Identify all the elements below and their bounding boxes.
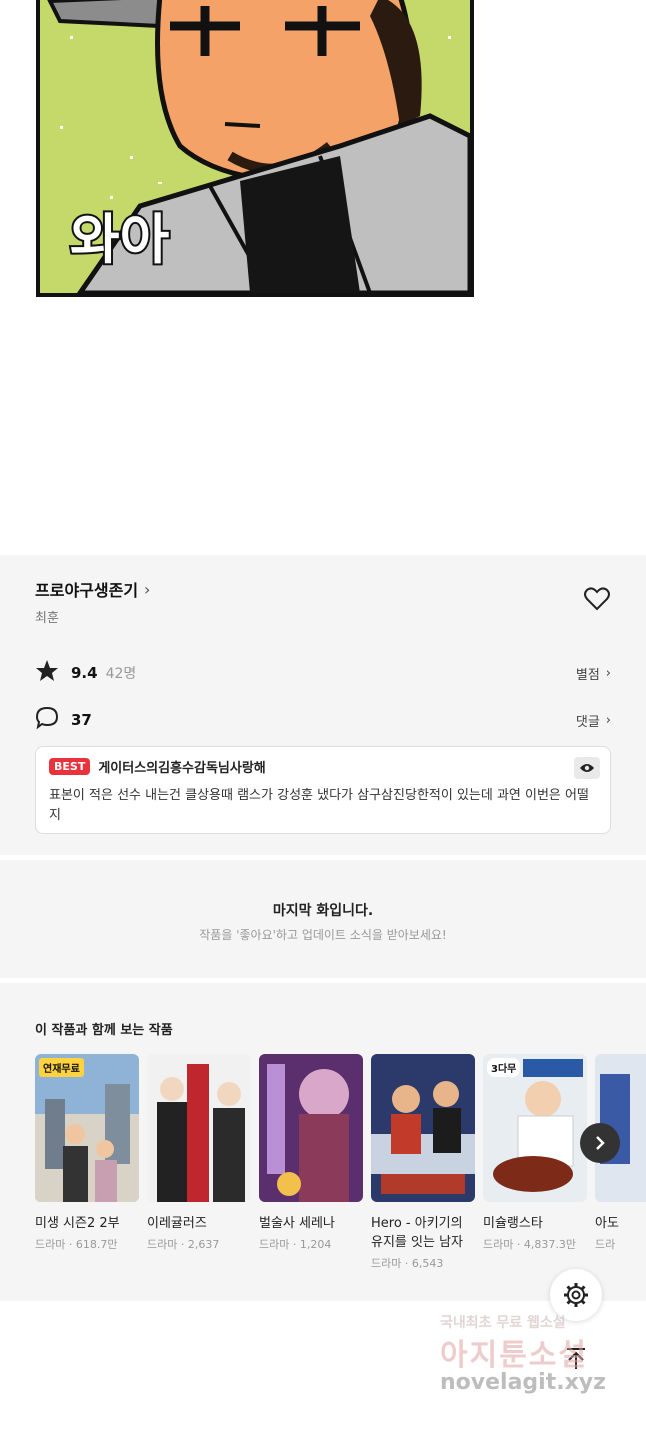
recommendation-meta: 드라마 · 618.7만 — [35, 1238, 118, 1251]
recommendation-meta: 드라 — [595, 1238, 616, 1251]
recommendation-card[interactable]: Hero - 아키기의 유지를 잇는 남자 드라마 · 6,543 — [371, 1054, 475, 1271]
free-badge: 연재무료 — [39, 1058, 84, 1077]
eye-icon[interactable] — [574, 757, 600, 779]
wait-free-badge: 3다무 — [487, 1058, 521, 1077]
recommendations-section: 이 작품과 함께 보는 작품 연재무료 미생 시즌2 2부 드라마 · 618.… — [0, 983, 646, 1301]
recommendation-meta: 드라마 · 6,543 — [371, 1257, 444, 1270]
star-icon — [35, 659, 59, 687]
recommendation-thumbnail — [259, 1054, 363, 1202]
gear-icon — [564, 1283, 588, 1307]
watermark-line2: 아지툰소설 — [440, 1338, 588, 1373]
rating-link-label: 별점 — [575, 667, 600, 683]
recommendation-meta: 드라마 · 1,204 — [259, 1238, 332, 1251]
recommendation-card[interactable]: 벌술사 세레나 드라마 · 1,204 — [259, 1054, 363, 1252]
sound-effect-text: 와아 — [70, 208, 170, 271]
watermark-line3: novelagit.xyz — [440, 1370, 606, 1395]
chevron-right-icon: › — [144, 579, 151, 599]
best-comment-card[interactable]: BEST 게이터스의김흥수감독님사랑해 표본이 적은 선수 내는건 클상용때 램… — [35, 746, 611, 834]
recommendation-meta: 드라마 · 4,837.3만 — [483, 1238, 576, 1251]
last-episode-subtitle: 작품을 '좋아요'하고 업데이트 소식을 받아보세요! — [199, 928, 447, 942]
rating-link[interactable]: 별점 › — [576, 664, 611, 683]
like-heart-icon[interactable] — [584, 587, 610, 611]
work-info-section: 프로야구생존기 › 최훈 9.4 42명 별점 › 37 댓글 › BEST 게… — [0, 555, 646, 855]
last-episode-section: 마지막 화입니다. 작품을 '좋아요'하고 업데이트 소식을 받아보세요! — [0, 860, 646, 978]
recommendation-card[interactable]: 3다무 미슐랭스타 드라마 · 4,837.3만 — [483, 1054, 587, 1252]
chevron-right-icon: › — [605, 712, 611, 728]
work-author: 최훈 — [35, 611, 59, 626]
recommendation-title: 미생 시즌2 2부 — [35, 1216, 120, 1231]
site-watermark: 국내최초 무료 웹소설 아지툰소설 novelagit.xyz — [440, 1312, 640, 1412]
comic-panel-area: 와아 — [0, 0, 646, 555]
rating-row: 9.4 42명 별점 › — [35, 659, 611, 687]
rating-count: 42명 — [105, 666, 137, 682]
comment-count: 37 — [71, 711, 92, 729]
rating-value: 9.4 — [71, 664, 98, 682]
arrow-up-icon — [567, 1348, 585, 1369]
last-episode-title: 마지막 화입니다. — [272, 903, 374, 919]
comment-link[interactable]: 댓글 › — [576, 711, 611, 730]
comment-link-label: 댓글 — [575, 714, 600, 730]
work-title-link[interactable]: 프로야구생존기 › — [35, 577, 150, 601]
chevron-right-icon: › — [605, 665, 611, 681]
speech-bubble-icon — [35, 706, 59, 734]
best-badge: BEST — [49, 758, 91, 775]
recommendation-title: 이레귤러즈 — [147, 1216, 207, 1231]
recommendation-meta: 드라마 · 2,637 — [147, 1238, 220, 1251]
comment-row: 37 댓글 › — [35, 706, 611, 734]
recommendation-thumbnail — [147, 1054, 251, 1202]
recommendation-thumbnail — [371, 1054, 475, 1202]
recommendation-card[interactable]: 연재무료 미생 시즌2 2부 드라마 · 618.7만 — [35, 1054, 139, 1252]
scroll-to-top-button[interactable] — [550, 1333, 602, 1385]
best-comment-text: 표본이 적은 선수 내는건 클상용때 램스가 강성훈 냈다가 삼구삼진당한적이 … — [49, 788, 589, 823]
recommendation-title: 아도 — [595, 1216, 619, 1231]
settings-button[interactable] — [550, 1269, 602, 1321]
watermark-line1: 국내최초 무료 웹소설 — [440, 1315, 566, 1331]
recommendation-title: 벌술사 세레나 — [259, 1216, 335, 1231]
chevron-right-icon — [596, 1136, 605, 1150]
recommendation-thumbnail: 3다무 — [483, 1054, 587, 1202]
recommendations-heading: 이 작품과 함께 보는 작품 — [35, 1023, 173, 1038]
work-title: 프로야구생존기 — [35, 581, 139, 600]
comic-panel-image: 와아 — [36, 0, 474, 297]
viewer-page: 와아 프로야구생존기 › 최훈 9.4 42명 별점 › 37 댓글 › BES… — [0, 0, 646, 1429]
best-comment-user: 게이터스의김흥수감독님사랑해 — [98, 761, 266, 776]
recommendation-thumbnail: 연재무료 — [35, 1054, 139, 1202]
recommendation-card[interactable]: 이레귤러즈 드라마 · 2,637 — [147, 1054, 251, 1252]
recommendation-title: 미슐랭스타 — [483, 1216, 543, 1231]
recommendation-title: Hero - 아키기의 유지를 잇는 남자 — [371, 1216, 463, 1250]
carousel-next-button[interactable] — [580, 1123, 620, 1163]
